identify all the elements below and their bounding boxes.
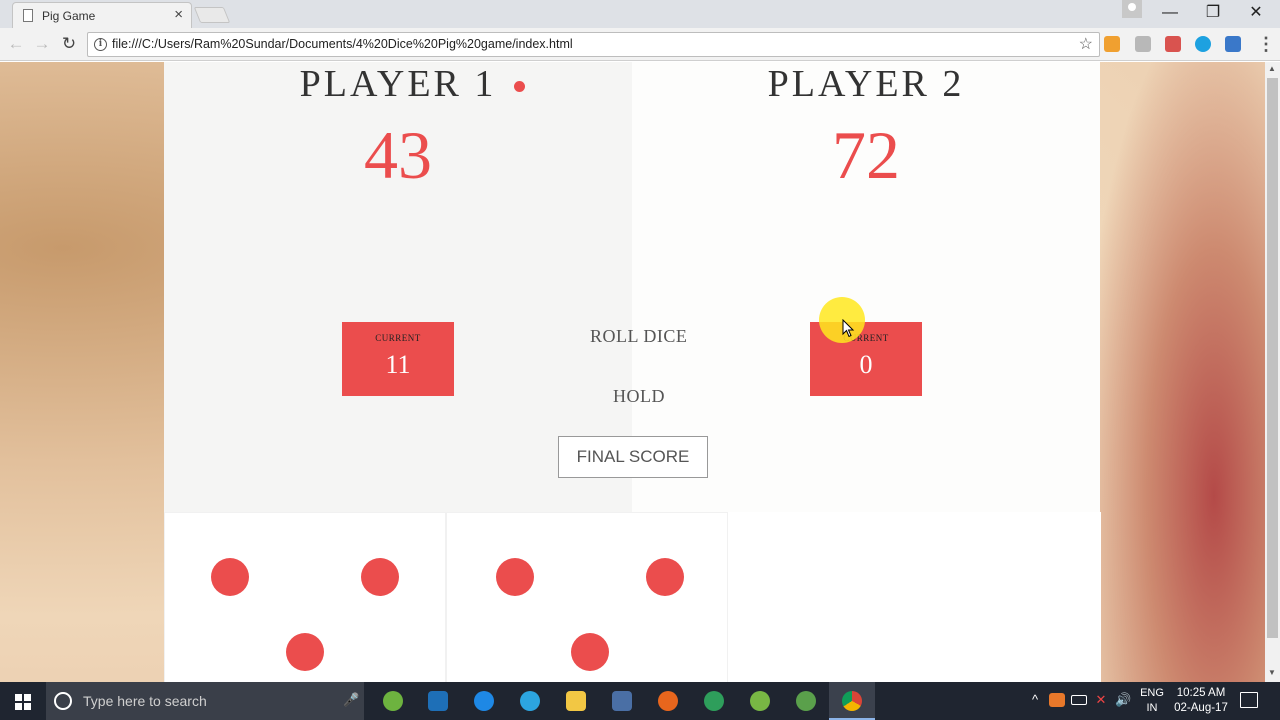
dice-area [164, 512, 1101, 682]
extension-blue-icon[interactable] [1195, 36, 1211, 52]
reload-button[interactable]: ↻ [58, 33, 80, 55]
extension-shield-icon[interactable] [1225, 36, 1241, 52]
page-icon [23, 9, 33, 22]
player-2-score: 72 [832, 117, 900, 193]
url-text[interactable]: file:///C:/Users/Ram%20Sundar/Documents/… [112, 37, 573, 51]
language-code: ENG [1140, 687, 1164, 699]
page-viewport: PLAYER 1 43 CURRENT 11 PLAYER 2 72 CURRE… [0, 62, 1265, 682]
dice-pip [646, 558, 684, 596]
close-window-button[interactable]: ✕ [1236, 2, 1276, 24]
scroll-down-icon[interactable]: ▼ [1268, 668, 1276, 677]
language-region: IN [1146, 702, 1158, 714]
dice-1 [164, 512, 446, 682]
dice-pip [361, 558, 399, 596]
player-1-name: PLAYER 1 [299, 63, 497, 105]
taskbar-globe-icon[interactable] [783, 682, 829, 720]
taskbar-firefox-icon[interactable] [645, 682, 691, 720]
notification-center-icon[interactable] [1240, 692, 1258, 708]
tab-title: Pig Game [42, 9, 96, 23]
volume-icon[interactable]: 🔊 [1115, 693, 1131, 707]
taskbar-search-box[interactable]: Type here to search 🎤 [46, 682, 364, 720]
mouse-cursor-icon [842, 319, 855, 338]
info-icon[interactable]: i [94, 38, 107, 51]
windows-taskbar: Type here to search 🎤 ^ ✕ 🔊 ENG IN 10:25… [0, 682, 1280, 720]
dice-pip [496, 558, 534, 596]
taskbar-spring-icon[interactable] [370, 682, 416, 720]
player-2-name: PLAYER 2 [767, 63, 965, 105]
player-1-current-box: CURRENT 11 [342, 322, 454, 396]
battery-icon[interactable] [1071, 695, 1087, 705]
player-1-current-score: 11 [385, 350, 411, 379]
cortana-icon [54, 692, 72, 710]
dice-pip [571, 633, 609, 671]
scroll-up-icon[interactable]: ▲ [1268, 64, 1276, 73]
active-player-indicator [514, 81, 525, 92]
address-bar[interactable]: i file:///C:/Users/Ram%20Sundar/Document… [87, 32, 1100, 57]
player-2-current-score: 0 [859, 350, 873, 379]
start-button[interactable] [0, 682, 46, 720]
taskbar-network-icon[interactable] [691, 682, 737, 720]
browser-toolbar: ← → ↻ i file:///C:/Users/Ram%20Sundar/Do… [0, 28, 1280, 61]
hold-button[interactable]: HOLD [613, 386, 665, 407]
extension-key-icon[interactable] [1104, 36, 1120, 52]
taskbar-app-icon[interactable] [415, 682, 461, 720]
windows-logo-icon [15, 694, 31, 710]
minimize-button[interactable]: — [1150, 2, 1190, 24]
taskbar-chrome-icon[interactable] [829, 682, 875, 720]
dice-pip [286, 633, 324, 671]
dice-2 [446, 512, 728, 682]
taskbar-clock[interactable]: 10:25 AM 02-Aug-17 [1170, 686, 1232, 716]
profile-icon[interactable] [1122, 0, 1142, 18]
scrollbar-thumb[interactable] [1267, 78, 1278, 638]
microphone-icon[interactable]: 🎤 [343, 692, 359, 708]
taskbar-telegram-icon[interactable] [507, 682, 553, 720]
new-tab-button[interactable] [193, 7, 231, 23]
dice-pip [211, 558, 249, 596]
page-scrollbar[interactable]: ▲ ▼ [1265, 62, 1280, 682]
taskbar-utorrent-icon[interactable] [737, 682, 783, 720]
browser-menu-icon[interactable]: ⋮ [1257, 33, 1275, 55]
clock-date: 02-Aug-17 [1174, 702, 1228, 714]
roll-dice-button[interactable]: ROLL DICE [590, 326, 687, 347]
clock-time: 10:25 AM [1176, 687, 1226, 699]
extension-gear-icon[interactable] [1135, 36, 1151, 52]
taskbar-edge-icon[interactable] [461, 682, 507, 720]
star-icon[interactable]: ☆ [1079, 34, 1093, 54]
show-hidden-icons-chevron-up-icon[interactable]: ^ [1027, 693, 1043, 707]
forward-button[interactable]: → [31, 33, 53, 55]
browser-tab[interactable]: Pig Game × [12, 2, 192, 28]
language-indicator[interactable]: ENG IN [1140, 686, 1164, 716]
tab-strip: Pig Game × — ❐ ✕ [0, 0, 1280, 28]
tray-metamask-icon[interactable] [1049, 693, 1065, 707]
taskbar-oc-icon[interactable] [599, 682, 645, 720]
maximize-button[interactable]: ❐ [1193, 2, 1233, 24]
player-1-current-label: CURRENT [375, 333, 421, 343]
extension-pdf-icon[interactable] [1165, 36, 1181, 52]
game-board: PLAYER 1 43 CURRENT 11 PLAYER 2 72 CURRE… [164, 62, 1101, 512]
network-icon[interactable]: ✕ [1093, 693, 1109, 707]
final-score-input[interactable]: FINAL SCORE [558, 436, 708, 478]
back-button[interactable]: ← [5, 33, 27, 55]
taskbar-file-explorer-icon[interactable] [553, 682, 599, 720]
tab-close-icon[interactable]: × [174, 6, 183, 23]
player-1-score: 43 [364, 117, 432, 193]
search-placeholder: Type here to search [83, 693, 207, 709]
